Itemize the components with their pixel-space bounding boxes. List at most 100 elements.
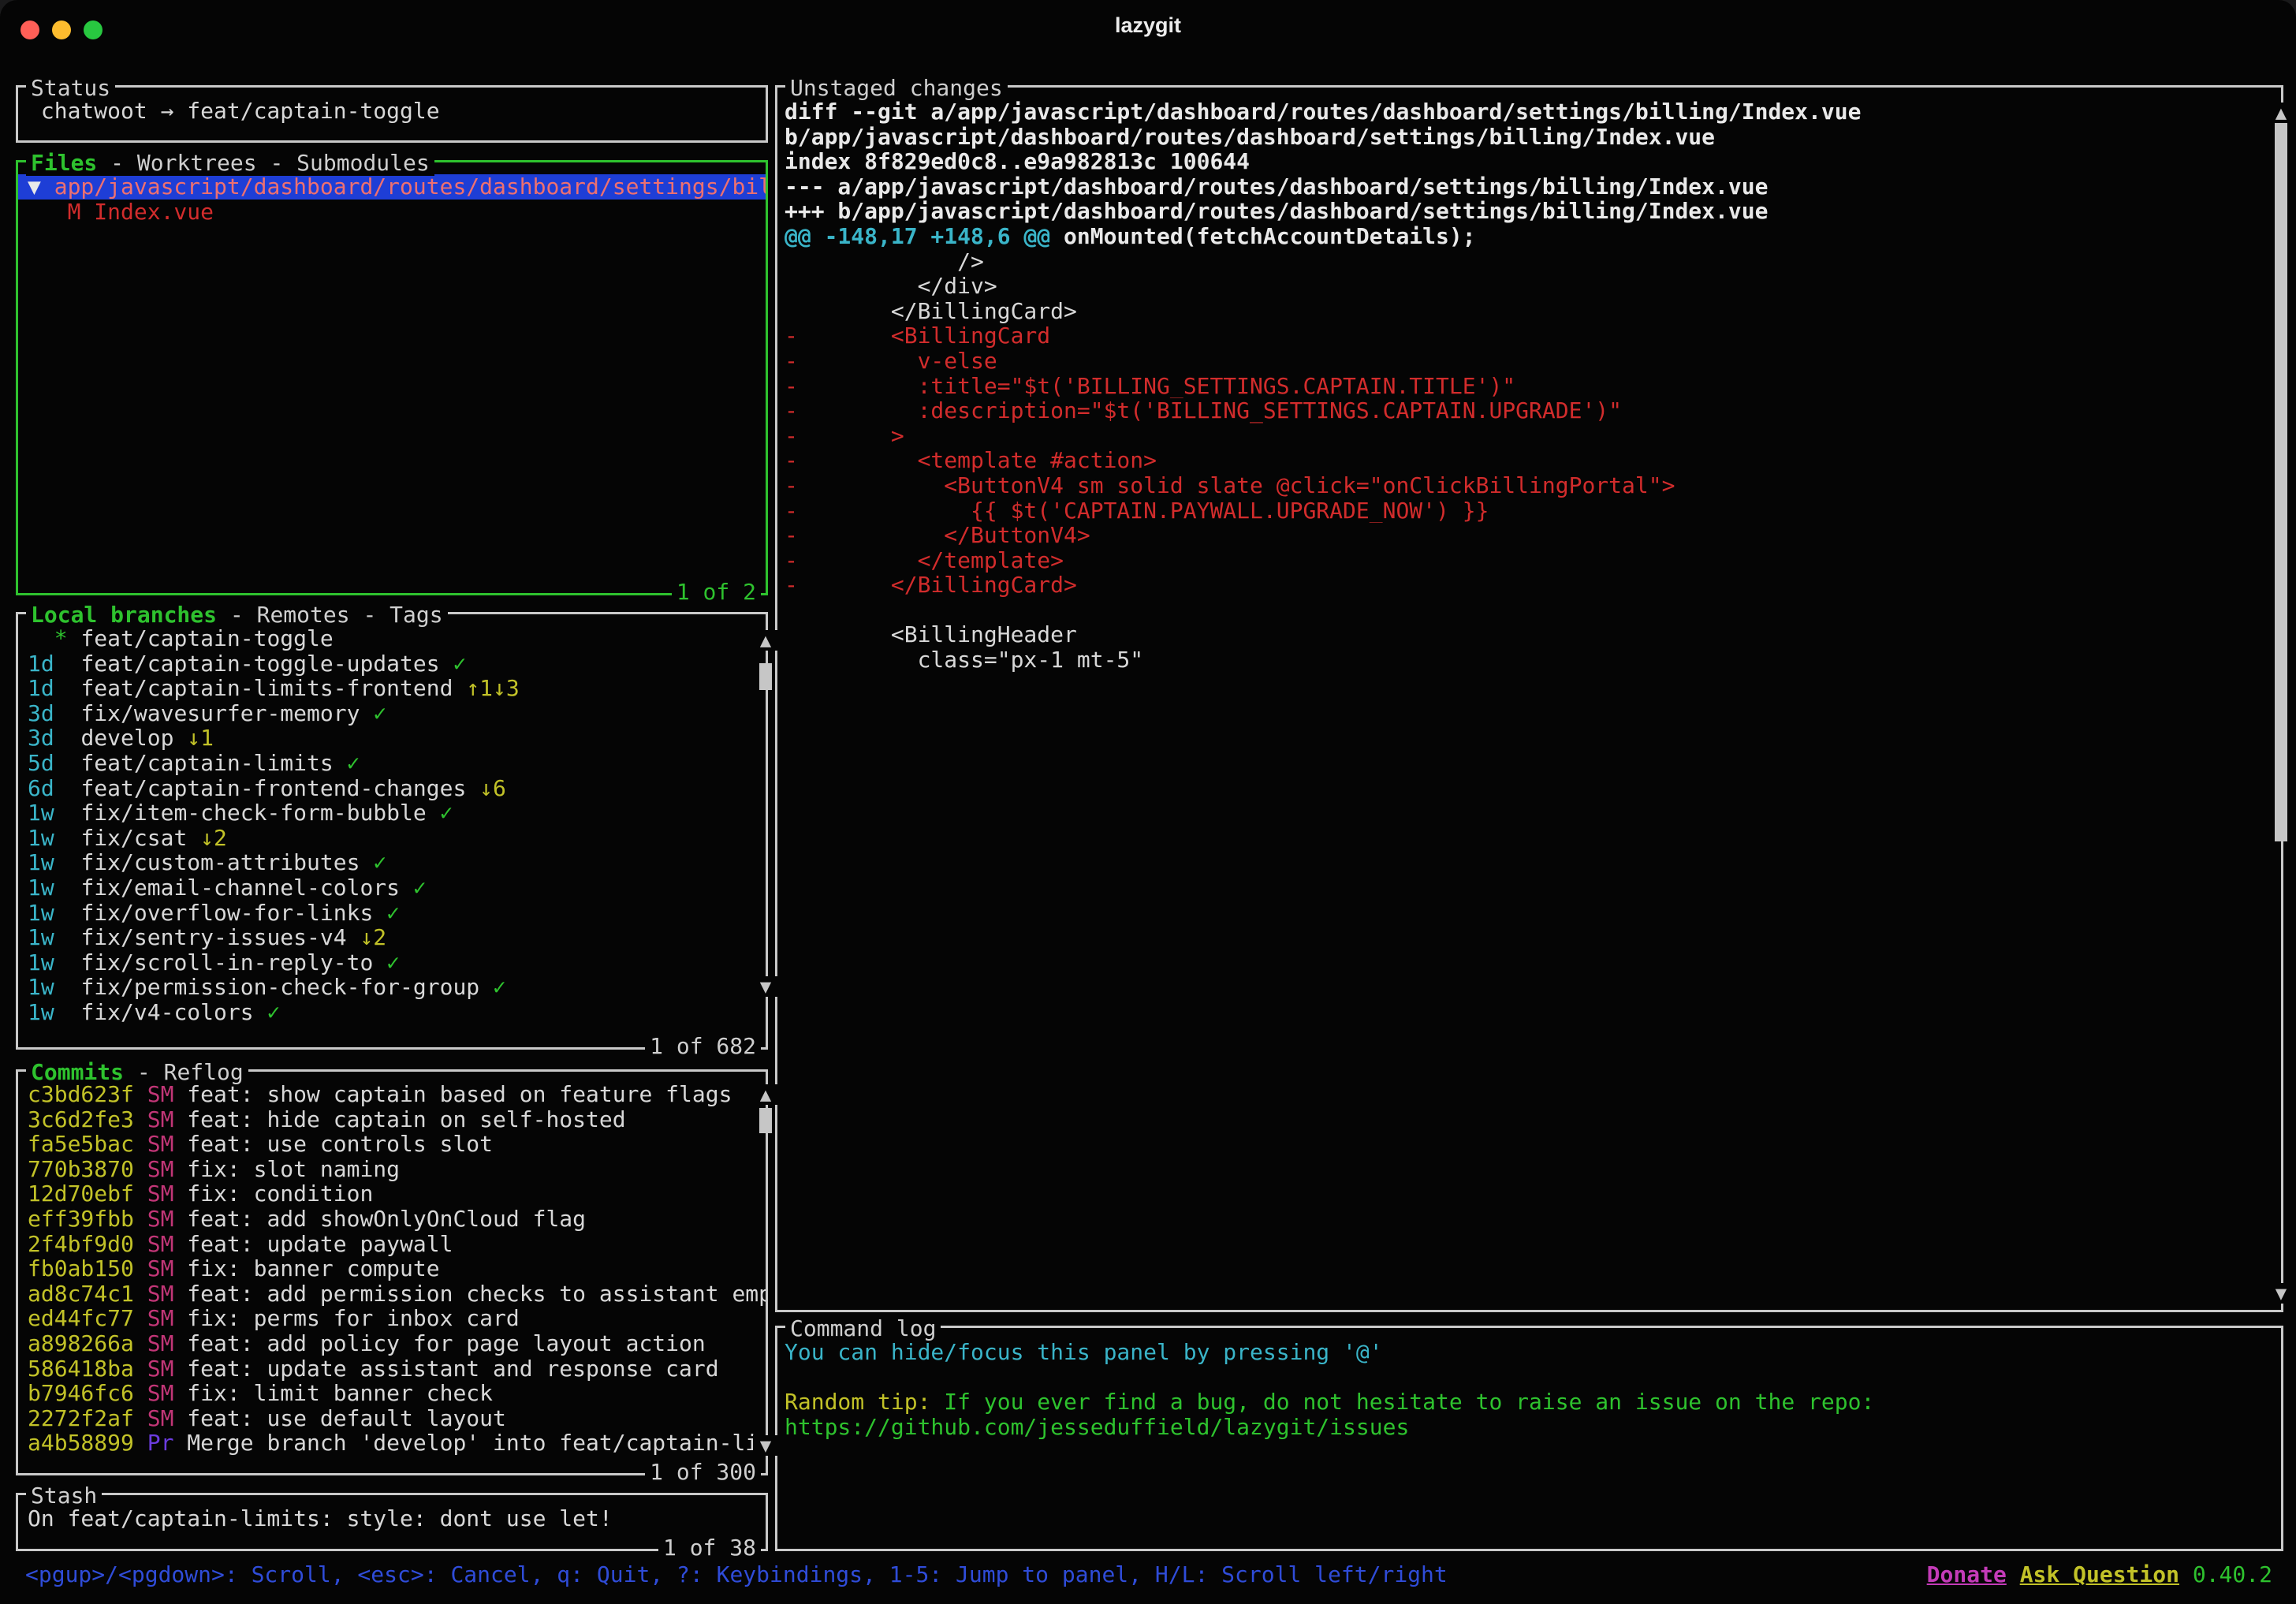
diff-line[interactable]: - <ButtonV4 sm solid slate @click="onCli… bbox=[777, 473, 2281, 498]
log-line: You can hide/focus this panel by pressin… bbox=[777, 1340, 2281, 1365]
commit-row[interactable]: 12d70ebf SM fix: condition bbox=[18, 1181, 766, 1207]
diff-line[interactable]: - > bbox=[777, 423, 2281, 449]
status-panel[interactable]: Status chatwoot → feat/captain-toggle bbox=[16, 85, 768, 143]
commit-row[interactable]: 586418ba SM feat: update assistant and r… bbox=[18, 1356, 766, 1382]
file-row[interactable]: ▼ app/javascript/dashboard/routes/dashbo… bbox=[18, 174, 766, 200]
commit-row[interactable]: ed44fc77 SM fix: perms for inbox card bbox=[18, 1306, 766, 1331]
branches-panel[interactable]: Local branches - Remotes - Tags * feat/c… bbox=[16, 612, 768, 1050]
ask-question-link[interactable]: Ask Question bbox=[2020, 1561, 2179, 1587]
diff-line[interactable]: - v-else bbox=[777, 349, 2281, 374]
files-panel[interactable]: Files - Worktrees - Submodules ▼ app/jav… bbox=[16, 160, 768, 595]
commit-row[interactable]: 2f4bf9d0 SM feat: update paywall bbox=[18, 1232, 766, 1257]
branch-row[interactable]: 1w fix/email-channel-colors ✓ bbox=[18, 875, 766, 901]
branch-row[interactable]: 1w fix/item-check-form-bubble ✓ bbox=[18, 800, 766, 826]
scrollbar-up-icon[interactable]: ▲ bbox=[753, 630, 778, 651]
branch-row[interactable]: 6d feat/captain-frontend-changes ↓6 bbox=[18, 776, 766, 801]
branches-counter: 1 of 682 bbox=[645, 1034, 761, 1059]
branch-row[interactable]: 1w fix/scroll-in-reply-to ✓ bbox=[18, 950, 766, 975]
commit-row[interactable]: c3bd623f SM feat: show captain based on … bbox=[18, 1082, 766, 1107]
branch-row[interactable]: 1w fix/sentry-issues-v4 ↓2 bbox=[18, 925, 766, 950]
log-line: https://github.com/jesseduffield/lazygit… bbox=[777, 1415, 2281, 1440]
commit-row[interactable]: fa5e5bac SM feat: use controls slot bbox=[18, 1132, 766, 1157]
window-title: lazygit bbox=[1115, 13, 1181, 38]
scrollbar-down-icon[interactable]: ▼ bbox=[753, 976, 778, 997]
diff-line[interactable]: b/app/javascript/dashboard/routes/dashbo… bbox=[777, 125, 2281, 150]
commit-row[interactable]: 2272f2af SM feat: use default layout bbox=[18, 1406, 766, 1431]
commit-row[interactable]: b7946fc6 SM fix: limit banner check bbox=[18, 1381, 766, 1406]
lazygit-window: lazygit Status chatwoot → feat/captain-t… bbox=[0, 0, 2296, 1604]
diff-line[interactable]: --- a/app/javascript/dashboard/routes/da… bbox=[777, 174, 2281, 200]
diff-line[interactable]: - {{ $t('CAPTAIN.PAYWALL.UPGRADE_NOW') }… bbox=[777, 498, 2281, 524]
branch-row[interactable]: 3d fix/wavesurfer-memory ✓ bbox=[18, 701, 766, 726]
stash-panel[interactable]: Stash On feat/captain-limits: style: don… bbox=[16, 1493, 768, 1551]
scrollbar-thumb[interactable] bbox=[759, 1108, 772, 1133]
diff-line[interactable]: </BillingCard> bbox=[777, 299, 2281, 324]
branch-row[interactable]: 1w fix/v4-colors ✓ bbox=[18, 1000, 766, 1025]
command-log-panel[interactable]: Command log You can hide/focus this pane… bbox=[775, 1326, 2283, 1551]
status-line[interactable]: chatwoot → feat/captain-toggle bbox=[18, 99, 766, 124]
branch-row[interactable]: 1w fix/overflow-for-links ✓ bbox=[18, 901, 766, 926]
branch-row[interactable]: 1w fix/csat ↓2 bbox=[18, 826, 766, 851]
commit-row[interactable]: eff39fbb SM feat: add showOnlyOnCloud fl… bbox=[18, 1207, 766, 1232]
diff-line[interactable]: @@ -148,17 +148,6 @@ onMounted(fetchAcco… bbox=[777, 224, 2281, 249]
diff-line[interactable]: - :description="$t('BILLING_SETTINGS.CAP… bbox=[777, 398, 2281, 423]
diff-line[interactable]: - </template> bbox=[777, 548, 2281, 573]
version-label: 0.40.2 bbox=[2179, 1561, 2272, 1587]
command-log-panel-title: Command log bbox=[785, 1316, 941, 1341]
helpbar-right: Donate Ask Question 0.40.2 bbox=[1927, 1561, 2272, 1587]
diff-line[interactable]: - <template #action> bbox=[777, 448, 2281, 473]
diff-line[interactable]: - </ButtonV4> bbox=[777, 523, 2281, 548]
commit-row[interactable]: a898266a SM feat: add policy for page la… bbox=[18, 1331, 766, 1356]
commit-row[interactable]: 770b3870 SM fix: slot naming bbox=[18, 1157, 766, 1182]
diff-line[interactable]: - :title="$t('BILLING_SETTINGS.CAPTAIN.T… bbox=[777, 374, 2281, 399]
files-counter: 1 of 2 bbox=[672, 580, 761, 605]
zoom-button[interactable] bbox=[84, 21, 102, 39]
unstaged-changes-panel[interactable]: Unstaged changes diff --git a/app/javasc… bbox=[775, 85, 2283, 1312]
file-row[interactable]: M Index.vue bbox=[18, 200, 766, 225]
branch-row[interactable]: 3d develop ↓1 bbox=[18, 726, 766, 751]
scrollbar-down-icon[interactable]: ▼ bbox=[753, 1435, 778, 1456]
branch-row[interactable]: 1w fix/permission-check-for-group ✓ bbox=[18, 975, 766, 1000]
diff-line[interactable]: class="px-1 mt-5" bbox=[777, 647, 2281, 673]
commits-panel-title[interactable]: Commits - Reflog bbox=[26, 1060, 248, 1085]
diff-line[interactable] bbox=[777, 598, 2281, 623]
window-titlebar: lazygit bbox=[0, 0, 2296, 50]
diff-line[interactable]: diff --git a/app/javascript/dashboard/ro… bbox=[777, 99, 2281, 125]
commit-row[interactable]: 3c6d2fe3 SM feat: hide captain on self-h… bbox=[18, 1107, 766, 1132]
close-button[interactable] bbox=[20, 21, 39, 39]
scrollbar-up-icon[interactable]: ▲ bbox=[753, 1084, 778, 1105]
commit-row[interactable]: fb0ab150 SM fix: banner compute bbox=[18, 1256, 766, 1281]
diff-line[interactable]: /> bbox=[777, 249, 2281, 274]
log-line bbox=[777, 1365, 2281, 1390]
commits-panel[interactable]: Commits - Reflog c3bd623f SM feat: show … bbox=[16, 1069, 768, 1475]
branch-row[interactable]: 1d feat/captain-toggle-updates ✓ bbox=[18, 651, 766, 677]
scrollbar-thumb[interactable] bbox=[759, 663, 772, 690]
diff-line[interactable]: +++ b/app/javascript/dashboard/routes/da… bbox=[777, 199, 2281, 224]
commit-row[interactable]: ad8c74c1 SM feat: add permission checks … bbox=[18, 1281, 766, 1307]
diff-line[interactable]: - <BillingCard bbox=[777, 323, 2281, 349]
stash-panel-title[interactable]: Stash bbox=[26, 1483, 102, 1509]
diff-line[interactable]: - </BillingCard> bbox=[777, 573, 2281, 598]
stash-counter: 1 of 38 bbox=[658, 1535, 761, 1561]
scrollbar-thumb[interactable] bbox=[2275, 122, 2287, 841]
commits-counter: 1 of 300 bbox=[645, 1460, 761, 1485]
branch-row[interactable]: 1d feat/captain-limits-frontend ↑1↓3 bbox=[18, 676, 766, 701]
diff-line[interactable]: </div> bbox=[777, 274, 2281, 299]
keybindings-help: <pgup>/<pgdown>: Scroll, <esc>: Cancel, … bbox=[25, 1561, 1448, 1587]
log-line: Random tip: If you ever find a bug, do n… bbox=[777, 1390, 2281, 1415]
branch-row[interactable]: * feat/captain-toggle bbox=[18, 626, 766, 651]
diff-line[interactable]: <BillingHeader bbox=[777, 622, 2281, 647]
scrollbar-up-icon[interactable]: ▲ bbox=[2268, 103, 2294, 123]
status-panel-title: Status bbox=[26, 76, 115, 101]
files-panel-title[interactable]: Files - Worktrees - Submodules bbox=[26, 151, 434, 176]
scrollbar-down-icon[interactable]: ▼ bbox=[2268, 1283, 2294, 1304]
unstaged-changes-panel-title: Unstaged changes bbox=[785, 76, 1008, 101]
branch-row[interactable]: 1w fix/custom-attributes ✓ bbox=[18, 850, 766, 875]
minimize-button[interactable] bbox=[52, 21, 71, 39]
diff-line[interactable]: index 8f829ed0c8..e9a982813c 100644 bbox=[777, 149, 2281, 174]
stash-row[interactable]: On feat/captain-limits: style: dont use … bbox=[18, 1506, 766, 1531]
branch-row[interactable]: 5d feat/captain-limits ✓ bbox=[18, 751, 766, 776]
donate-link[interactable]: Donate bbox=[1927, 1561, 2007, 1587]
branches-panel-title[interactable]: Local branches - Remotes - Tags bbox=[26, 602, 448, 628]
commit-row[interactable]: a4b58899 Pr Merge branch 'develop' into … bbox=[18, 1431, 766, 1456]
